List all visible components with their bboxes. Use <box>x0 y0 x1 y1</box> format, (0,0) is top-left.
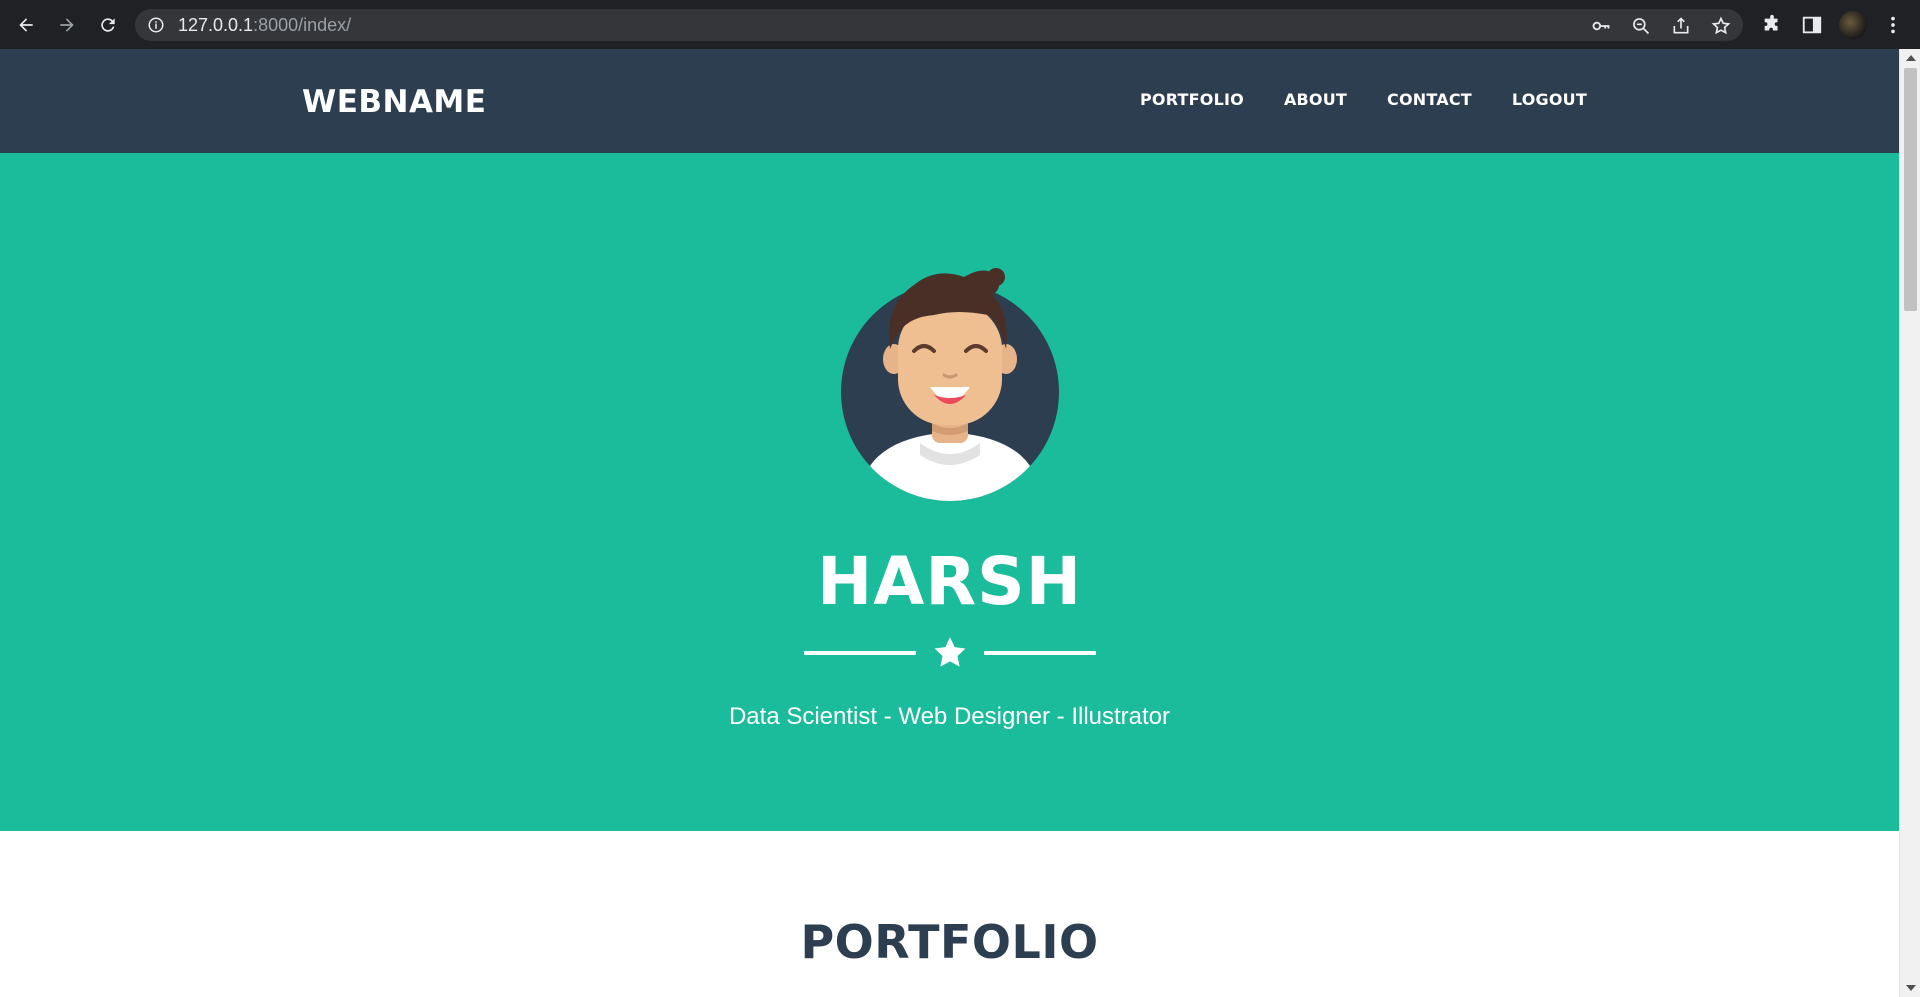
forward-button[interactable] <box>50 8 84 42</box>
url-host: 127.0.0.1 <box>178 15 254 35</box>
web-page: WEBNAME PORTFOLIO ABOUT CONTACT LOGOUT H… <box>0 49 1899 997</box>
site-navbar: WEBNAME PORTFOLIO ABOUT CONTACT LOGOUT <box>0 49 1899 153</box>
back-button[interactable] <box>9 8 43 42</box>
menu-icon[interactable] <box>1882 14 1904 36</box>
profile-avatar[interactable] <box>1839 11 1867 39</box>
address-bar[interactable]: 127.0.0.1:8000/index/ <box>135 9 1743 41</box>
hero-section: HARSH Data Scientist - Web Designer - Il… <box>0 153 1899 831</box>
hero-subtitle: Data Scientist - Web Designer - Illustra… <box>728 703 1171 730</box>
back-icon <box>19 18 33 32</box>
scroll-up-icon[interactable] <box>1906 55 1916 61</box>
site-brand[interactable]: WEBNAME <box>302 84 486 120</box>
key-icon[interactable] <box>1591 16 1611 36</box>
avatar-illustration <box>838 253 1062 503</box>
share-icon[interactable] <box>1671 16 1691 36</box>
scroll-down-icon[interactable] <box>1906 985 1916 991</box>
star-icon[interactable] <box>1711 16 1731 36</box>
page-scrollbar[interactable] <box>1899 49 1920 997</box>
zoom-out-icon[interactable] <box>1631 16 1651 36</box>
forward-icon <box>60 18 74 32</box>
divider-line-left <box>804 651 916 655</box>
nav-link-contact[interactable]: CONTACT <box>1387 90 1472 109</box>
portfolio-heading: PORTFOLIO <box>800 915 1099 969</box>
url-text[interactable]: 127.0.0.1:8000/index/ <box>178 15 351 35</box>
star-divider <box>804 633 1096 673</box>
extensions-icon[interactable] <box>1761 14 1783 36</box>
reload-button[interactable] <box>91 8 125 42</box>
hero-name: HARSH <box>817 543 1082 620</box>
info-icon[interactable] <box>147 16 165 34</box>
side-panel-icon[interactable] <box>1801 14 1823 36</box>
divider-line-right <box>984 651 1096 655</box>
nav-link-portfolio[interactable]: PORTFOLIO <box>1140 90 1244 109</box>
nav-link-about[interactable]: ABOUT <box>1284 90 1347 109</box>
browser-toolbar: 127.0.0.1:8000/index/ <box>0 0 1920 49</box>
reload-icon <box>101 18 115 32</box>
nav-link-logout[interactable]: LOGOUT <box>1512 90 1587 109</box>
nav-links: PORTFOLIO ABOUT CONTACT LOGOUT <box>1140 90 1587 109</box>
url-path: :8000/index/ <box>253 15 352 35</box>
star-icon <box>934 637 966 667</box>
scrollbar-thumb[interactable] <box>1904 68 1917 311</box>
